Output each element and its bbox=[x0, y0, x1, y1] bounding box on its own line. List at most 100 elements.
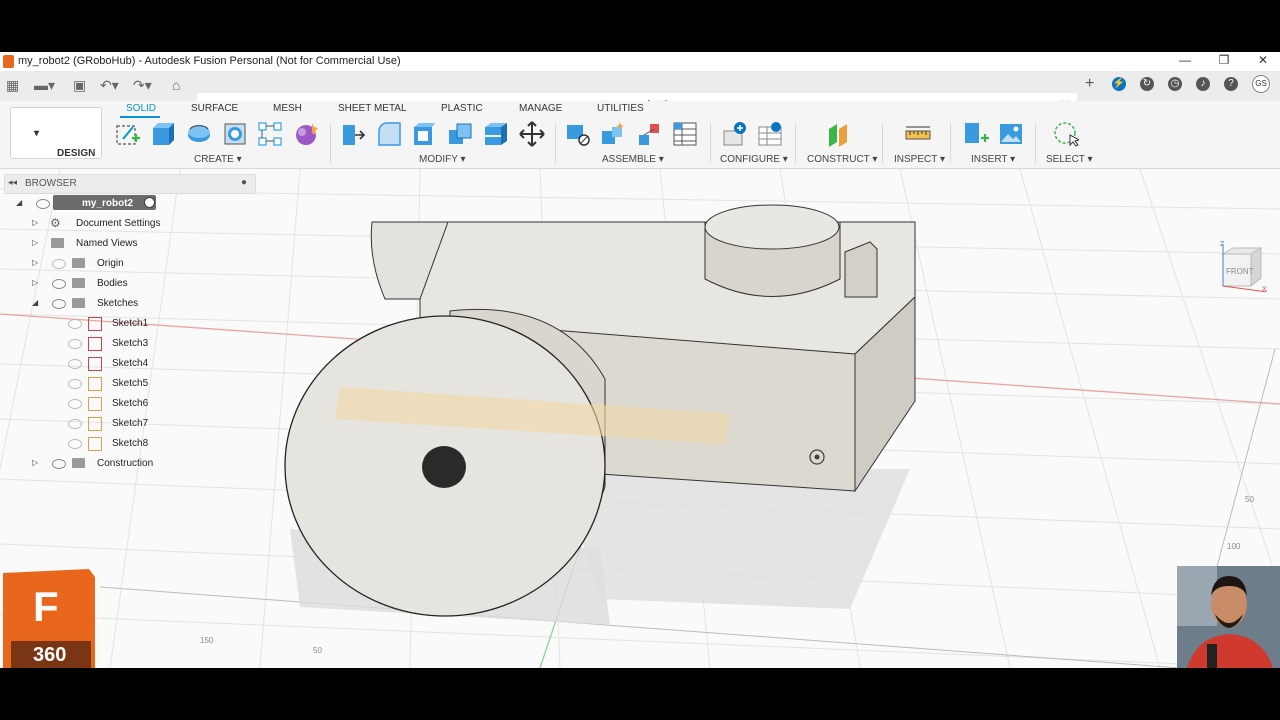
tab-sheet-metal[interactable]: SHEET METAL bbox=[338, 103, 407, 114]
insert-image-icon[interactable] bbox=[998, 121, 1024, 147]
tree-item-construction[interactable]: ▷ Construction bbox=[32, 455, 172, 473]
user-avatar[interactable]: GS bbox=[1252, 75, 1270, 93]
notifications-icon[interactable]: ♪ bbox=[1196, 77, 1210, 91]
sensor-block bbox=[844, 241, 878, 298]
help-icon[interactable]: ? bbox=[1224, 77, 1238, 91]
construct-group-label[interactable]: CONSTRUCT ▾ bbox=[807, 154, 877, 165]
workspace-switcher[interactable]: DESIGN ▾ bbox=[10, 107, 102, 159]
new-component-icon[interactable] bbox=[565, 121, 591, 147]
offset-plane-icon[interactable] bbox=[826, 121, 852, 147]
folder-icon bbox=[72, 258, 85, 268]
new-tab-plus-icon[interactable]: + bbox=[1085, 75, 1094, 93]
browser-minimize-icon[interactable]: ● bbox=[241, 177, 247, 188]
hidden-eye-icon[interactable] bbox=[68, 359, 82, 369]
split-body-icon[interactable] bbox=[483, 121, 509, 147]
fillet-icon[interactable] bbox=[376, 121, 402, 147]
restore-button[interactable]: ❐ bbox=[1214, 53, 1234, 67]
revolve-icon[interactable] bbox=[186, 121, 212, 147]
form-icon[interactable] bbox=[293, 121, 319, 147]
tab-manage[interactable]: MANAGE bbox=[519, 103, 562, 114]
tree-item-origin[interactable]: ▷ Origin bbox=[32, 255, 172, 273]
extrude-icon[interactable] bbox=[151, 121, 177, 147]
collapse-arrow-icon[interactable]: ◢ bbox=[32, 298, 38, 307]
hidden-eye-icon[interactable] bbox=[68, 439, 82, 449]
tab-mesh[interactable]: MESH bbox=[273, 103, 302, 114]
tree-item-sketch7[interactable]: Sketch7 bbox=[64, 415, 184, 433]
redo-icon[interactable]: ↷▾ bbox=[133, 77, 152, 94]
undo-icon[interactable]: ↶▾ bbox=[100, 77, 119, 94]
home-icon[interactable]: ⌂ bbox=[172, 77, 180, 93]
select-icon[interactable] bbox=[1053, 121, 1079, 147]
joint-icon[interactable] bbox=[600, 121, 626, 147]
configuration-table-icon[interactable] bbox=[757, 121, 783, 147]
minimize-button[interactable]: — bbox=[1175, 53, 1195, 67]
expand-arrow-icon[interactable]: ▷ bbox=[32, 258, 38, 267]
select-group-label[interactable]: SELECT ▾ bbox=[1046, 154, 1093, 165]
create-group-label[interactable]: CREATE ▾ bbox=[194, 154, 242, 165]
move-copy-icon[interactable] bbox=[519, 121, 545, 147]
hole-icon[interactable] bbox=[222, 121, 248, 147]
file-icon[interactable]: ▬▾ bbox=[34, 77, 55, 94]
insert-group-label[interactable]: INSERT ▾ bbox=[971, 154, 1015, 165]
pattern-icon[interactable] bbox=[257, 121, 283, 147]
hidden-eye-icon[interactable] bbox=[68, 419, 82, 429]
job-status-icon[interactable]: ↻ bbox=[1140, 77, 1154, 91]
tree-root[interactable]: ◢ my_robot2 bbox=[16, 195, 166, 213]
tree-item-document-settings[interactable]: ▷ ⚙ Document Settings bbox=[32, 215, 172, 233]
tab-plastic[interactable]: PLASTIC bbox=[441, 103, 483, 114]
shell-icon[interactable] bbox=[411, 121, 437, 147]
hidden-eye-icon[interactable] bbox=[68, 339, 82, 349]
collapse-browser-icon[interactable]: ◂◂ bbox=[8, 177, 17, 188]
close-button[interactable]: ✕ bbox=[1253, 53, 1273, 67]
clock-icon[interactable]: ◷ bbox=[1168, 77, 1182, 91]
fusion-app-icon bbox=[3, 55, 14, 68]
tree-item-sketch8[interactable]: Sketch8 bbox=[64, 435, 184, 453]
extensions-icon[interactable]: ⚡ bbox=[1112, 77, 1126, 91]
visibility-eye-icon[interactable] bbox=[52, 459, 66, 469]
modify-group-label[interactable]: MODIFY ▾ bbox=[419, 154, 466, 165]
hidden-eye-icon[interactable] bbox=[68, 379, 82, 389]
press-pull-icon[interactable] bbox=[340, 121, 366, 147]
measure-icon[interactable] bbox=[905, 121, 931, 147]
assemble-group-label[interactable]: ASSEMBLE ▾ bbox=[602, 154, 664, 165]
tree-item-named-views[interactable]: ▷ Named Views bbox=[32, 235, 172, 253]
grid-menu-icon[interactable]: ▦ bbox=[6, 77, 19, 94]
3d-viewport[interactable]: 50 100 150 25 150 50 bbox=[0, 169, 1280, 668]
tab-utilities[interactable]: UTILITIES bbox=[597, 103, 644, 114]
hidden-eye-icon[interactable] bbox=[68, 319, 82, 329]
visibility-eye-icon[interactable] bbox=[36, 199, 50, 209]
tree-item-sketch5[interactable]: Sketch5 bbox=[64, 375, 184, 393]
create-sketch-icon[interactable] bbox=[115, 121, 141, 147]
visibility-eye-icon[interactable] bbox=[52, 299, 66, 309]
activate-radio-icon[interactable] bbox=[144, 197, 155, 208]
save-icon[interactable]: ▣ bbox=[73, 77, 86, 94]
hidden-eye-icon[interactable] bbox=[68, 399, 82, 409]
tab-solid[interactable]: SOLID bbox=[126, 103, 156, 114]
configure-icon[interactable] bbox=[722, 121, 748, 147]
collapse-arrow-icon[interactable]: ◢ bbox=[16, 198, 22, 207]
view-cube[interactable]: FRONT Z X bbox=[1217, 240, 1269, 292]
bill-of-materials-icon[interactable] bbox=[672, 121, 698, 147]
configure-group-label[interactable]: CONFIGURE ▾ bbox=[720, 154, 788, 165]
expand-arrow-icon[interactable]: ▷ bbox=[32, 218, 38, 227]
quick-access-bar: ▦ ▬▾ ▣ ↶▾ ↷▾ ⌂ my_robot2 ✕ + ⚡ ↻ ◷ ♪ ? G… bbox=[0, 71, 1280, 119]
expand-arrow-icon[interactable]: ▷ bbox=[32, 458, 38, 467]
expand-arrow-icon[interactable]: ▷ bbox=[32, 278, 38, 287]
tree-item-sketch1[interactable]: Sketch1 bbox=[64, 315, 184, 333]
tree-item-sketches[interactable]: ◢ Sketches bbox=[32, 295, 172, 313]
insert-derive-icon[interactable] bbox=[963, 121, 989, 147]
as-built-joint-icon[interactable] bbox=[636, 121, 662, 147]
visibility-eye-icon[interactable] bbox=[52, 279, 66, 289]
inspect-group-label[interactable]: INSPECT ▾ bbox=[894, 154, 945, 165]
tree-item-bodies[interactable]: ▷ Bodies bbox=[32, 275, 172, 293]
tab-surface[interactable]: SURFACE bbox=[191, 103, 238, 114]
folder-icon bbox=[72, 458, 85, 468]
tree-item-sketch3[interactable]: Sketch3 bbox=[64, 335, 184, 353]
browser-panel-header[interactable]: ◂◂ BROWSER ● bbox=[4, 174, 256, 194]
tree-item-sketch4[interactable]: Sketch4 bbox=[64, 355, 184, 373]
expand-arrow-icon[interactable]: ▷ bbox=[32, 238, 38, 247]
hidden-eye-icon[interactable] bbox=[52, 259, 66, 269]
tree-item-sketch6[interactable]: Sketch6 bbox=[64, 395, 184, 413]
combine-icon[interactable] bbox=[447, 121, 473, 147]
caster-top bbox=[704, 204, 840, 250]
